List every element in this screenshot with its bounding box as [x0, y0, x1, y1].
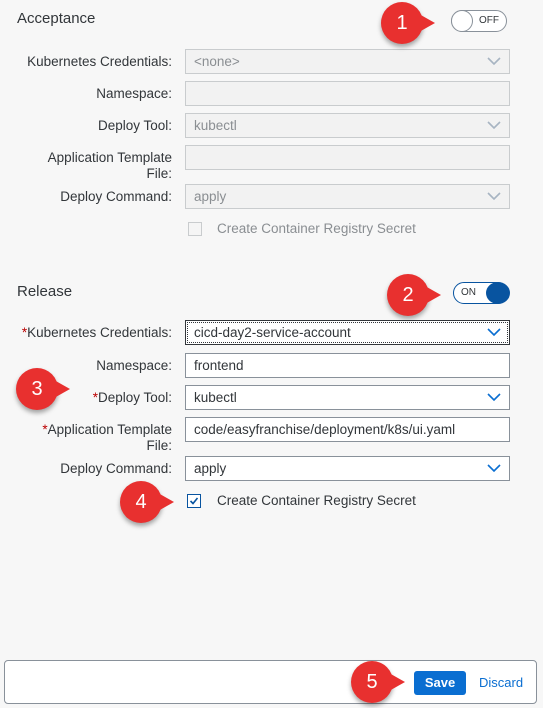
acceptance-namespace-label: Namespace:: [96, 86, 172, 101]
discard-button[interactable]: Discard: [479, 675, 523, 690]
release-credentials-label: *Kubernetes Credentials:: [12, 325, 172, 341]
acceptance-deploy-tool-label: Deploy Tool:: [97, 118, 172, 133]
callout-badge-2: 2: [387, 274, 441, 316]
callout-arrow-icon: [158, 493, 174, 511]
acceptance-registry-secret-checkbox[interactable]: [188, 222, 202, 236]
input-value: code/easyfranchise/deployment/k8s/ui.yam…: [194, 422, 456, 437]
checkmark-icon: [189, 497, 199, 505]
select-value: apply: [194, 189, 227, 204]
label-text: Application Template: [47, 422, 172, 437]
label-line-1: *Application Template: [12, 422, 172, 438]
acceptance-deploy-tool-select[interactable]: kubectl: [185, 113, 510, 138]
toggle-knob: [486, 282, 510, 304]
acceptance-toggle[interactable]: OFF: [451, 10, 507, 32]
release-registry-secret-checkbox[interactable]: [187, 494, 201, 508]
release-template-label: *Application Template File:: [12, 422, 172, 454]
select-value: cicd-day2-service-account: [194, 325, 351, 340]
acceptance-deploy-command-select[interactable]: apply: [185, 184, 510, 209]
label-line-2: File:: [146, 166, 172, 181]
toggle-knob: [451, 10, 473, 32]
release-registry-secret-label: Create Container Registry Secret: [217, 493, 416, 508]
acceptance-template-label: Application Template File:: [12, 150, 172, 182]
label-line-1: Application Template: [47, 150, 172, 165]
chevron-down-icon: [487, 464, 501, 473]
acceptance-credentials-label: Kubernetes Credentials:: [27, 54, 172, 69]
select-value: kubectl: [194, 390, 237, 405]
chevron-down-icon: [487, 57, 501, 66]
acceptance-credentials-select[interactable]: <none>: [185, 49, 510, 74]
callout-number: 5: [366, 671, 378, 693]
release-credentials-select[interactable]: cicd-day2-service-account: [185, 320, 510, 345]
release-deploy-tool-select[interactable]: kubectl: [185, 385, 510, 410]
release-deploy-command-label: Deploy Command:: [60, 461, 172, 476]
acceptance-namespace-input[interactable]: [185, 81, 510, 106]
callout-badge-5: 5: [351, 661, 405, 703]
release-title: Release: [17, 283, 73, 300]
callout-badge-1: 1: [381, 2, 435, 44]
select-value: kubectl: [194, 118, 237, 133]
release-deploy-command-select[interactable]: apply: [185, 456, 510, 481]
chevron-down-icon: [487, 192, 501, 201]
chevron-down-icon: [487, 393, 501, 402]
acceptance-template-input[interactable]: [185, 145, 510, 170]
chevron-down-icon: [487, 328, 501, 337]
footer-bar: Save Discard: [4, 660, 537, 704]
save-button[interactable]: Save: [414, 671, 466, 695]
acceptance-registry-secret-label: Create Container Registry Secret: [217, 221, 416, 236]
callout-number: 2: [402, 284, 414, 306]
callout-arrow-icon: [419, 14, 435, 32]
acceptance-deploy-command-label: Deploy Command:: [60, 189, 172, 204]
callout-arrow-icon: [54, 380, 70, 398]
callout-number: 1: [396, 12, 408, 34]
input-value: frontend: [194, 358, 244, 373]
callout-badge-4: 4: [120, 481, 174, 523]
label-text: Kubernetes Credentials:: [27, 325, 172, 340]
label-text: Deploy Tool:: [97, 390, 172, 405]
select-value: <none>: [194, 54, 240, 69]
toggle-state-label: OFF: [479, 15, 499, 26]
release-toggle[interactable]: ON: [453, 282, 510, 304]
callout-number: 4: [135, 491, 147, 513]
chevron-down-icon: [487, 121, 501, 130]
select-value: apply: [194, 461, 227, 476]
release-namespace-input[interactable]: frontend: [185, 353, 510, 378]
acceptance-title: Acceptance: [17, 10, 96, 27]
toggle-state-label: ON: [461, 287, 476, 298]
callout-arrow-icon: [389, 673, 405, 691]
label-line-2: File:: [146, 438, 172, 453]
callout-arrow-icon: [425, 286, 441, 304]
callout-badge-3: 3: [16, 368, 70, 410]
callout-number: 3: [31, 378, 43, 400]
release-template-input[interactable]: code/easyfranchise/deployment/k8s/ui.yam…: [185, 417, 510, 442]
